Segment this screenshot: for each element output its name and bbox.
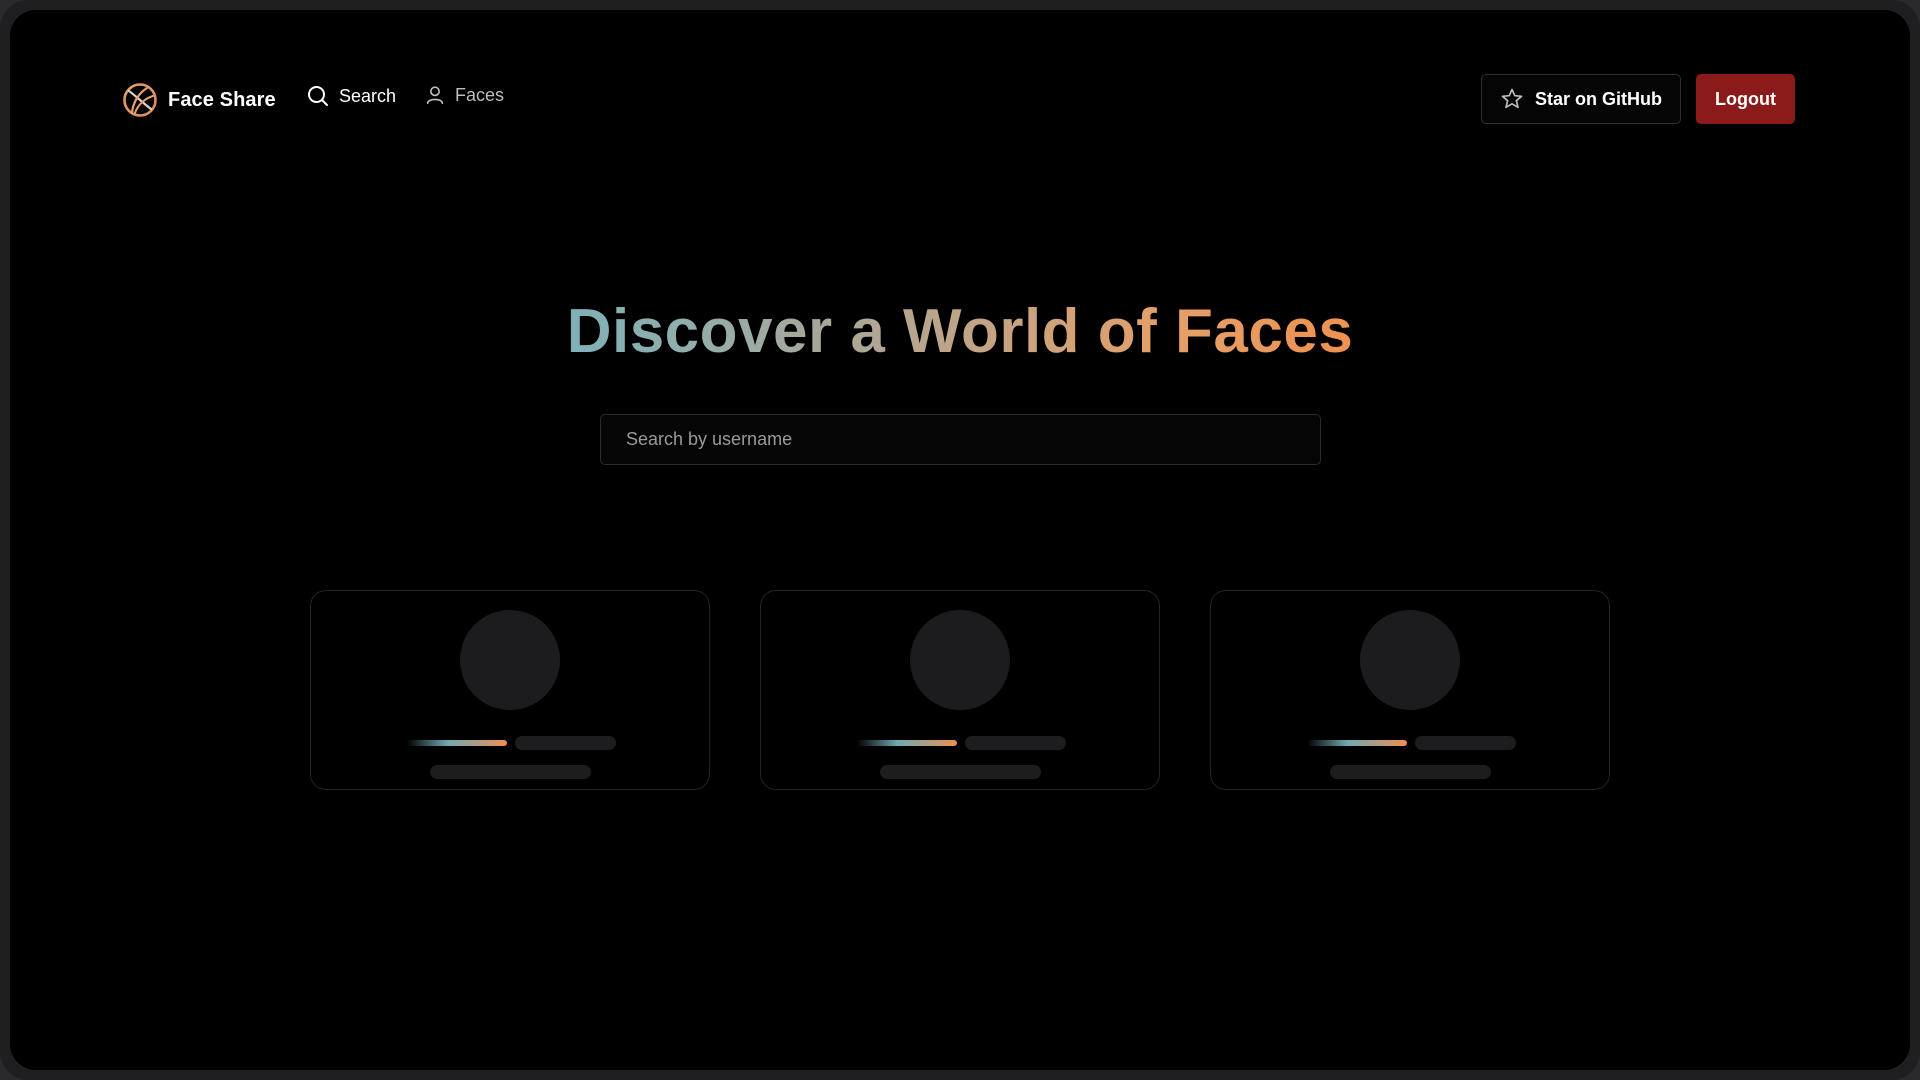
star-icon bbox=[1501, 88, 1523, 109]
hero-title-text: Discover a World of Faces bbox=[566, 296, 1354, 366]
face-card-skeleton bbox=[760, 590, 1160, 790]
username-search-input[interactable] bbox=[601, 415, 1320, 464]
face-card-skeleton bbox=[1210, 590, 1610, 790]
nav-search-label: Search bbox=[339, 85, 397, 106]
search-icon bbox=[308, 86, 328, 106]
brand-link[interactable]: Face Share bbox=[122, 82, 276, 118]
logout-button[interactable]: Logout bbox=[1696, 74, 1795, 124]
top-navbar: Face Share Search Faces Star on GitHub L… bbox=[10, 10, 1910, 124]
hero-title: Discover a World of Faces bbox=[10, 292, 1910, 372]
star-on-github-button[interactable]: Star on GitHub bbox=[1481, 74, 1681, 124]
name-placeholder bbox=[965, 736, 1066, 750]
globe-logo-icon bbox=[123, 83, 157, 117]
avatar-placeholder bbox=[910, 610, 1010, 710]
accent-bar-placeholder bbox=[1307, 740, 1407, 746]
nav-faces-label: Faces bbox=[455, 84, 505, 105]
subtitle-placeholder bbox=[430, 765, 591, 779]
name-placeholder bbox=[515, 736, 616, 750]
subtitle-placeholder bbox=[880, 765, 1041, 779]
device-frame: Face Share Search Faces Star on GitHub L… bbox=[0, 0, 1920, 1080]
avatar-placeholder bbox=[1360, 610, 1460, 710]
accent-bar-placeholder bbox=[857, 740, 957, 746]
app-screen: Face Share Search Faces Star on GitHub L… bbox=[10, 10, 1910, 1070]
accent-bar-placeholder bbox=[407, 740, 507, 746]
star-on-github-label: Star on GitHub bbox=[1535, 88, 1662, 109]
nav-faces-link[interactable]: Faces bbox=[424, 84, 504, 106]
search-field bbox=[600, 414, 1321, 465]
subtitle-placeholder bbox=[1330, 765, 1491, 779]
avatar-placeholder bbox=[460, 610, 560, 710]
nav-search-link[interactable]: Search bbox=[306, 84, 396, 108]
user-icon bbox=[426, 86, 444, 105]
brand-name: Face Share bbox=[168, 88, 276, 111]
name-placeholder bbox=[1415, 736, 1516, 750]
logout-label: Logout bbox=[1715, 88, 1776, 109]
face-card-skeleton bbox=[310, 590, 710, 790]
